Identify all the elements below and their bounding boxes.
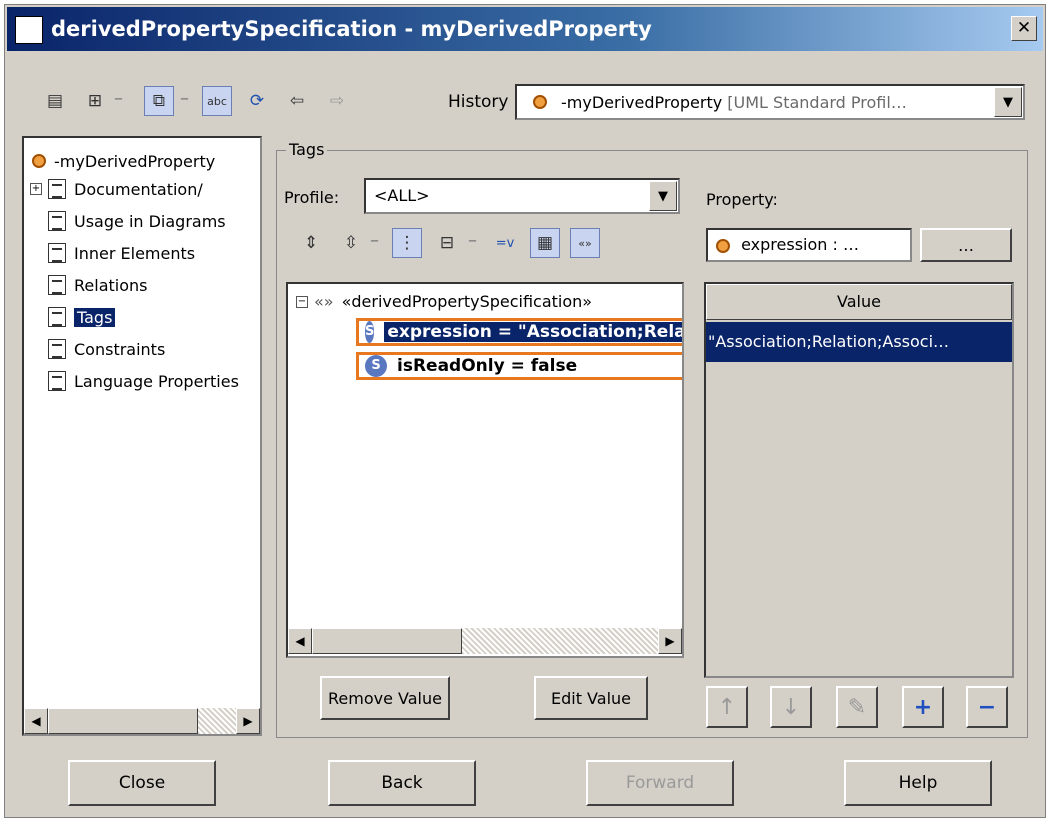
grid-view-icon[interactable]: ▦: [530, 228, 560, 258]
edit-value-button[interactable]: Edit Value: [534, 676, 648, 720]
stereotype-label: «derivedPropertySpecification»: [341, 292, 593, 311]
property-label: Property:: [706, 190, 778, 209]
scroll-track[interactable]: [462, 628, 658, 654]
scroll-left-icon[interactable]: ◀: [288, 628, 312, 654]
scroll-left-icon[interactable]: ◀: [24, 708, 48, 734]
history-label: History :: [448, 92, 520, 112]
tag-row-expression[interactable]: S expression = "Association;Relation;Ass…: [356, 318, 682, 346]
tag-row-isreadonly[interactable]: S isReadOnly = false: [356, 352, 682, 380]
scroll-thumb[interactable]: [312, 628, 462, 654]
page-icon: [48, 275, 66, 295]
tree-item-label: Language Properties: [74, 371, 239, 391]
page-icon: [48, 211, 66, 231]
stereotype-node[interactable]: − «» «derivedPropertySpecification»: [296, 292, 592, 311]
window-title: derivedPropertySpecification - myDerived…: [51, 17, 652, 41]
tree-item-inner-elements[interactable]: Inner Elements: [48, 238, 195, 268]
back-arrow-icon[interactable]: ⇦: [282, 86, 312, 116]
tree-item-label: Documentation/: [74, 179, 203, 199]
chevron-down-icon[interactable]: ▼: [994, 87, 1022, 117]
property-icon: [32, 154, 46, 168]
property-icon: [716, 238, 730, 253]
property-field-value: expression : …: [741, 235, 859, 254]
stereotype-view-icon[interactable]: «»: [570, 228, 600, 258]
page-icon: [48, 339, 66, 359]
page-icon: [48, 307, 66, 327]
value-column-header[interactable]: Value: [706, 284, 1012, 320]
profile-select[interactable]: <ALL> ▼: [364, 178, 680, 214]
tags-group-label: Tags: [286, 140, 328, 159]
tag-text: isReadOnly = false: [397, 356, 578, 376]
profile-value: <ALL>: [374, 186, 430, 205]
scroll-track[interactable]: [198, 708, 236, 734]
expand-icon[interactable]: +: [30, 183, 42, 195]
page-icon: [48, 243, 66, 263]
chevron-down-icon[interactable]: ▼: [649, 181, 677, 211]
hierarchy-icon[interactable]: ⊟: [432, 228, 462, 258]
close-window-button[interactable]: ✕: [1011, 16, 1037, 41]
window-icon: [15, 16, 43, 44]
tag-text: expression = "Association;Relation;Assoc…: [384, 322, 682, 342]
value-cell[interactable]: "Association;Relation;Associ…: [706, 322, 1012, 362]
forward-button[interactable]: Forward: [586, 760, 734, 806]
forward-arrow-icon[interactable]: ⇨: [322, 86, 352, 116]
table-view-icon[interactable]: ▤: [40, 86, 70, 116]
toolbar-separator: –: [370, 230, 379, 251]
collapse-icon[interactable]: −: [296, 295, 308, 308]
scroll-right-icon[interactable]: ▶: [658, 628, 682, 654]
tree-item-label: Usage in Diagrams: [74, 211, 226, 231]
tree-view-icon[interactable]: ⊞: [80, 86, 110, 116]
tree-item-language-properties[interactable]: Language Properties: [48, 366, 239, 396]
show-values-icon[interactable]: =v: [490, 228, 520, 258]
remove-icon[interactable]: −: [966, 686, 1008, 728]
collapse-all-icon[interactable]: ⇳: [336, 228, 366, 258]
move-up-icon[interactable]: ↑: [706, 686, 748, 728]
navigation-tree: -myDerivedProperty + Documentation/ Usag…: [22, 136, 262, 736]
close-button[interactable]: Close: [68, 760, 216, 806]
horizontal-scrollbar[interactable]: ◀ ▶: [24, 708, 260, 734]
history-combo[interactable]: -myDerivedProperty [UML Standard Profil……: [515, 84, 1025, 120]
property-field: expression : …: [706, 228, 912, 262]
tree-item-tags[interactable]: Tags: [48, 302, 116, 332]
scroll-thumb[interactable]: [48, 708, 198, 734]
page-icon: [48, 371, 66, 391]
tags-tree: − «» «derivedPropertySpecification» S ex…: [286, 282, 684, 658]
tree-item-label: Relations: [74, 275, 148, 295]
toolbar-separator: –: [114, 88, 123, 109]
add-icon[interactable]: +: [902, 686, 944, 728]
history-value: -myDerivedProperty: [561, 93, 723, 112]
refresh-icon[interactable]: ⟳: [242, 86, 272, 116]
slot-icon: S: [365, 321, 375, 343]
tree-item-label: Tags: [74, 307, 116, 327]
value-table: Value "Association;Relation;Associ…: [704, 282, 1014, 678]
abc-icon[interactable]: abc: [202, 86, 232, 116]
toolbar-separator: –: [180, 88, 189, 109]
page-icon: [48, 179, 66, 199]
tree-item-label: Constraints: [74, 339, 166, 359]
horizontal-scrollbar[interactable]: ◀ ▶: [288, 628, 682, 654]
profile-label: Profile:: [284, 188, 340, 207]
history-suffix: [UML Standard Profil…: [727, 93, 907, 112]
tree-root-label: -myDerivedProperty: [54, 151, 216, 171]
show-tree-icon[interactable]: ⋮: [392, 228, 422, 258]
tree-item-usage[interactable]: Usage in Diagrams: [48, 206, 226, 236]
back-button[interactable]: Back: [328, 760, 476, 806]
tree-root[interactable]: -myDerivedProperty: [32, 146, 215, 176]
copy-icon[interactable]: ⧉: [144, 86, 174, 116]
property-icon: [533, 95, 547, 109]
remove-value-button[interactable]: Remove Value: [320, 676, 450, 720]
title-bar[interactable]: derivedPropertySpecification - myDerived…: [7, 7, 1043, 51]
tree-item-relations[interactable]: Relations: [48, 270, 147, 300]
expand-all-icon[interactable]: ⇕: [296, 228, 326, 258]
edit-pencil-icon[interactable]: ✎: [836, 686, 878, 728]
stereotype-icon: «»: [314, 292, 334, 311]
tree-item-constraints[interactable]: Constraints: [48, 334, 165, 364]
move-down-icon[interactable]: ↓: [770, 686, 812, 728]
toolbar-separator: –: [468, 230, 477, 251]
property-browse-button[interactable]: …: [920, 228, 1012, 262]
slot-icon: S: [365, 355, 387, 377]
tree-item-documentation[interactable]: + Documentation/: [30, 174, 203, 204]
help-button[interactable]: Help: [844, 760, 992, 806]
tree-item-label: Inner Elements: [74, 243, 196, 263]
scroll-right-icon[interactable]: ▶: [236, 708, 260, 734]
